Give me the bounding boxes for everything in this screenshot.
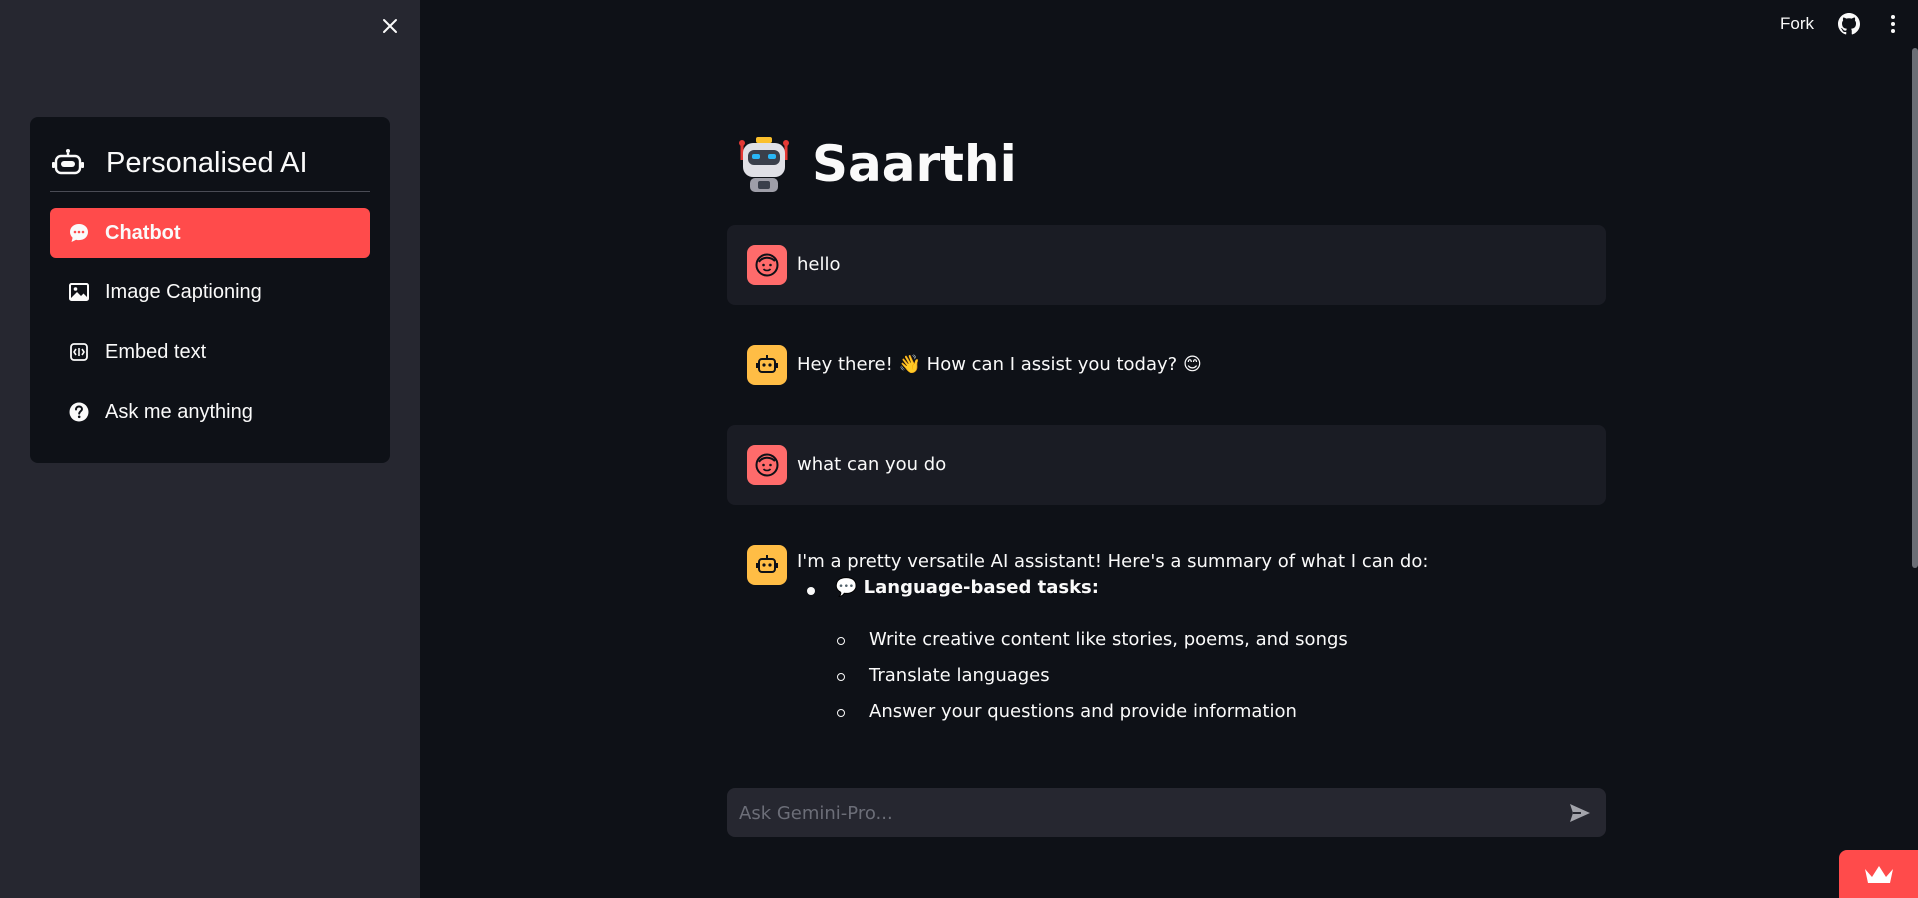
- image-icon: [68, 281, 90, 303]
- list-item-text: Translate languages: [869, 665, 1050, 686]
- chat-message-assistant: Hey there! 👋 How can I assist you today?…: [727, 325, 1606, 405]
- user-face-icon: [755, 253, 779, 277]
- scroll-fade: [727, 740, 1606, 770]
- menu-item-label: Chatbot: [105, 221, 181, 244]
- user-face-icon: [755, 453, 779, 477]
- reply-list: 💬 Language-based tasks: Write creative c…: [797, 577, 1597, 737]
- crown-icon: [1864, 866, 1893, 883]
- github-icon: [1838, 13, 1860, 35]
- scrollbar[interactable]: [1912, 48, 1918, 568]
- list-item: Translate languages: [797, 665, 1597, 701]
- message-text: Hey there! 👋 How can I assist you today?…: [797, 354, 1202, 375]
- page-title: Saarthi: [734, 134, 1017, 194]
- chat-message-user: hello: [727, 225, 1606, 305]
- bot-face-icon: [756, 555, 778, 573]
- option-menu: Personalised AI Chatbot Image Captioning: [30, 117, 390, 463]
- assistant-avatar: [747, 345, 787, 385]
- streamlit-badge[interactable]: [1839, 850, 1918, 898]
- robot-icon: [52, 149, 84, 175]
- chat-message-assistant: I'm a pretty versatile AI assistant! Her…: [727, 525, 1606, 775]
- menu-item-label: Image Captioning: [105, 280, 262, 303]
- chat-bubble-icon: [68, 222, 90, 244]
- bullet: [837, 673, 845, 681]
- bot-face-icon: [756, 355, 778, 373]
- menu-item-label: Ask me anything: [105, 400, 253, 423]
- chat-input[interactable]: [737, 788, 1541, 839]
- robot-icon: [739, 137, 789, 192]
- question-icon: [68, 401, 90, 423]
- menu-item-chatbot[interactable]: Chatbot: [50, 208, 370, 258]
- send-icon: [1570, 804, 1590, 822]
- close-sidebar-button[interactable]: [378, 14, 402, 38]
- bullet: [807, 587, 815, 595]
- list-item: 💬 Language-based tasks:: [797, 577, 1597, 617]
- bullet: [837, 709, 845, 717]
- sidebar: Personalised AI Chatbot Image Captioning: [0, 0, 420, 898]
- main-menu-button[interactable]: [1884, 13, 1902, 35]
- menu-header: Personalised AI: [50, 139, 370, 187]
- chat-input-box: [727, 788, 1606, 839]
- menu-divider: [50, 191, 370, 192]
- menu-title: Personalised AI: [106, 146, 308, 179]
- list-heading: 💬 Language-based tasks:: [835, 577, 1099, 598]
- message-text: I'm a pretty versatile AI assistant! Her…: [797, 551, 1429, 572]
- menu-item-ask-me-anything[interactable]: Ask me anything: [50, 387, 370, 437]
- menu-item-image-captioning[interactable]: Image Captioning: [50, 267, 370, 317]
- message-text: what can you do: [797, 454, 947, 475]
- list-item: Answer your questions and provide inform…: [797, 701, 1597, 737]
- send-button[interactable]: [1567, 800, 1593, 826]
- bullet: [837, 637, 845, 645]
- close-icon: [383, 19, 397, 33]
- menu-item-label: Embed text: [105, 340, 207, 363]
- user-avatar: [747, 245, 787, 285]
- assistant-avatar: [747, 545, 787, 585]
- embed-icon: [68, 341, 90, 363]
- message-text: hello: [797, 254, 841, 275]
- list-item-text: Answer your questions and provide inform…: [869, 701, 1297, 722]
- kebab-menu-icon: [1891, 15, 1895, 33]
- user-avatar: [747, 445, 787, 485]
- chat-message-user: what can you do: [727, 425, 1606, 505]
- page-title-text: Saarthi: [812, 135, 1017, 193]
- list-item: Write creative content like stories, poe…: [797, 629, 1597, 665]
- list-item-text: Write creative content like stories, poe…: [869, 629, 1348, 650]
- github-button[interactable]: [1838, 13, 1860, 35]
- menu-item-embed-text[interactable]: Embed text: [50, 327, 370, 377]
- fork-button[interactable]: Fork: [1780, 14, 1814, 34]
